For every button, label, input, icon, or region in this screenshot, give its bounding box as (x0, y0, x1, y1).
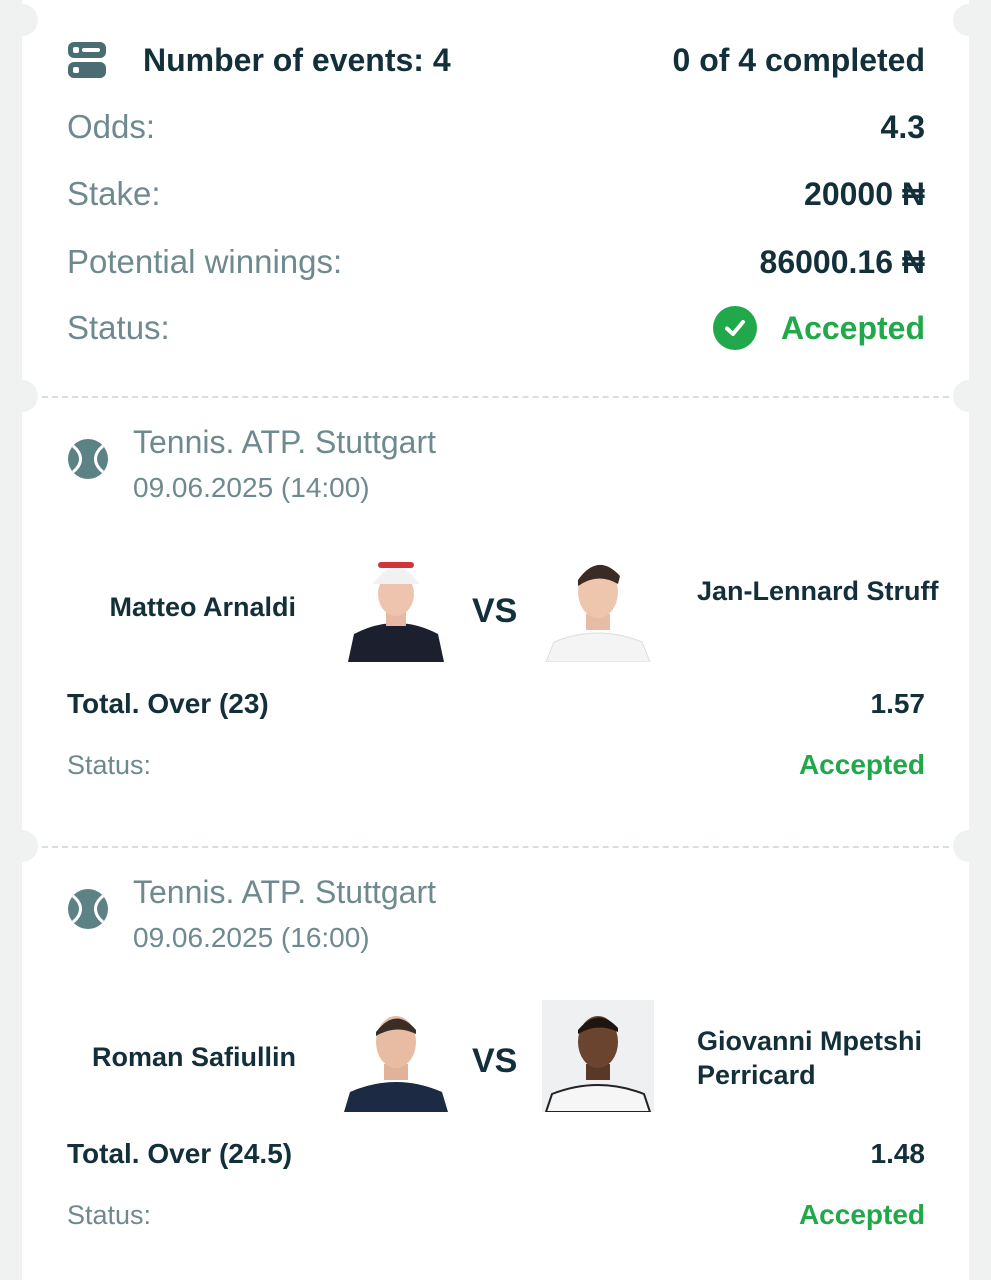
event-league: Tennis. ATP. Stuttgart (133, 874, 436, 910)
event-status-label: Status: (67, 750, 152, 780)
ticket-notch (953, 380, 985, 412)
bet-summary-card: Number of events: 4 0 of 4 completed Odd… (6, 0, 985, 396)
bet-market: Total. Over (24.5) (67, 1138, 293, 1169)
stake-row: Stake: 20000 ₦ (67, 175, 925, 213)
odds-value: 4.3 (880, 108, 925, 145)
ticket-notch (6, 830, 38, 862)
player-home-avatar (340, 1000, 452, 1112)
ticket-divider (42, 396, 949, 398)
event-datetime: 09.06.2025 (16:00) (133, 922, 370, 953)
ticket-notch (953, 4, 985, 36)
events-list-icon (67, 40, 107, 80)
odds-row: Odds: 4.3 (67, 108, 925, 146)
event-status-value: Accepted (798, 749, 925, 780)
tennis-ball-icon (67, 438, 109, 480)
event-league: Tennis. ATP. Stuttgart (133, 424, 436, 460)
ticket-notch (6, 380, 38, 412)
event-card: Tennis. ATP. Stuttgart 09.06.2025 (14:00… (6, 380, 985, 846)
event-status-label: Status: (67, 1200, 152, 1230)
player-home-name: Roman Safiullin (91, 1042, 296, 1072)
bet-odd: 1.48 (870, 1138, 926, 1169)
event-datetime: 09.06.2025 (14:00) (133, 472, 370, 503)
ticket-notch (6, 4, 38, 36)
winnings-value: 86000.16 ₦ (759, 243, 925, 280)
player-away-avatar (542, 550, 654, 662)
winnings-row: Potential winnings: 86000.16 ₦ (67, 243, 925, 281)
event-status-value: Accepted (798, 1199, 925, 1230)
bet-market: Total. Over (23) (67, 688, 269, 719)
events-row: Number of events: 4 0 of 4 completed (67, 40, 925, 80)
tennis-ball-icon (67, 888, 109, 930)
stake-value: 20000 ₦ (804, 175, 925, 212)
player-away-avatar (542, 1000, 654, 1112)
player-away-name: Jan-Lennard Struff (697, 576, 939, 606)
status-label: Status: (67, 309, 170, 346)
stake-label: Stake: (67, 175, 161, 212)
ticket-notch (953, 830, 985, 862)
status-value: Accepted (780, 309, 925, 346)
check-circle-icon (712, 306, 757, 350)
player-away-name: Giovanni Mpetshi Perricard (697, 1026, 923, 1090)
player-home-name: Matteo Arnaldi (109, 592, 296, 622)
event-card: Tennis. ATP. Stuttgart 09.06.2025 (16:00… (6, 830, 985, 1280)
completed-count: 0 of 4 completed (672, 41, 926, 78)
events-count: Number of events: 4 (143, 41, 451, 78)
versus-label: VS (472, 1042, 518, 1080)
ticket-divider (42, 846, 949, 848)
versus-label: VS (472, 592, 518, 630)
winnings-label: Potential winnings: (67, 243, 343, 280)
status-row: Status: Accepted (67, 306, 925, 350)
event-header: Tennis. ATP. Stuttgart 09.06.2025 (16:00… (67, 872, 436, 958)
odds-label: Odds: (67, 108, 156, 145)
event-header: Tennis. ATP. Stuttgart 09.06.2025 (14:00… (67, 422, 436, 508)
bet-odd: 1.57 (870, 688, 926, 719)
player-home-avatar (340, 550, 452, 662)
